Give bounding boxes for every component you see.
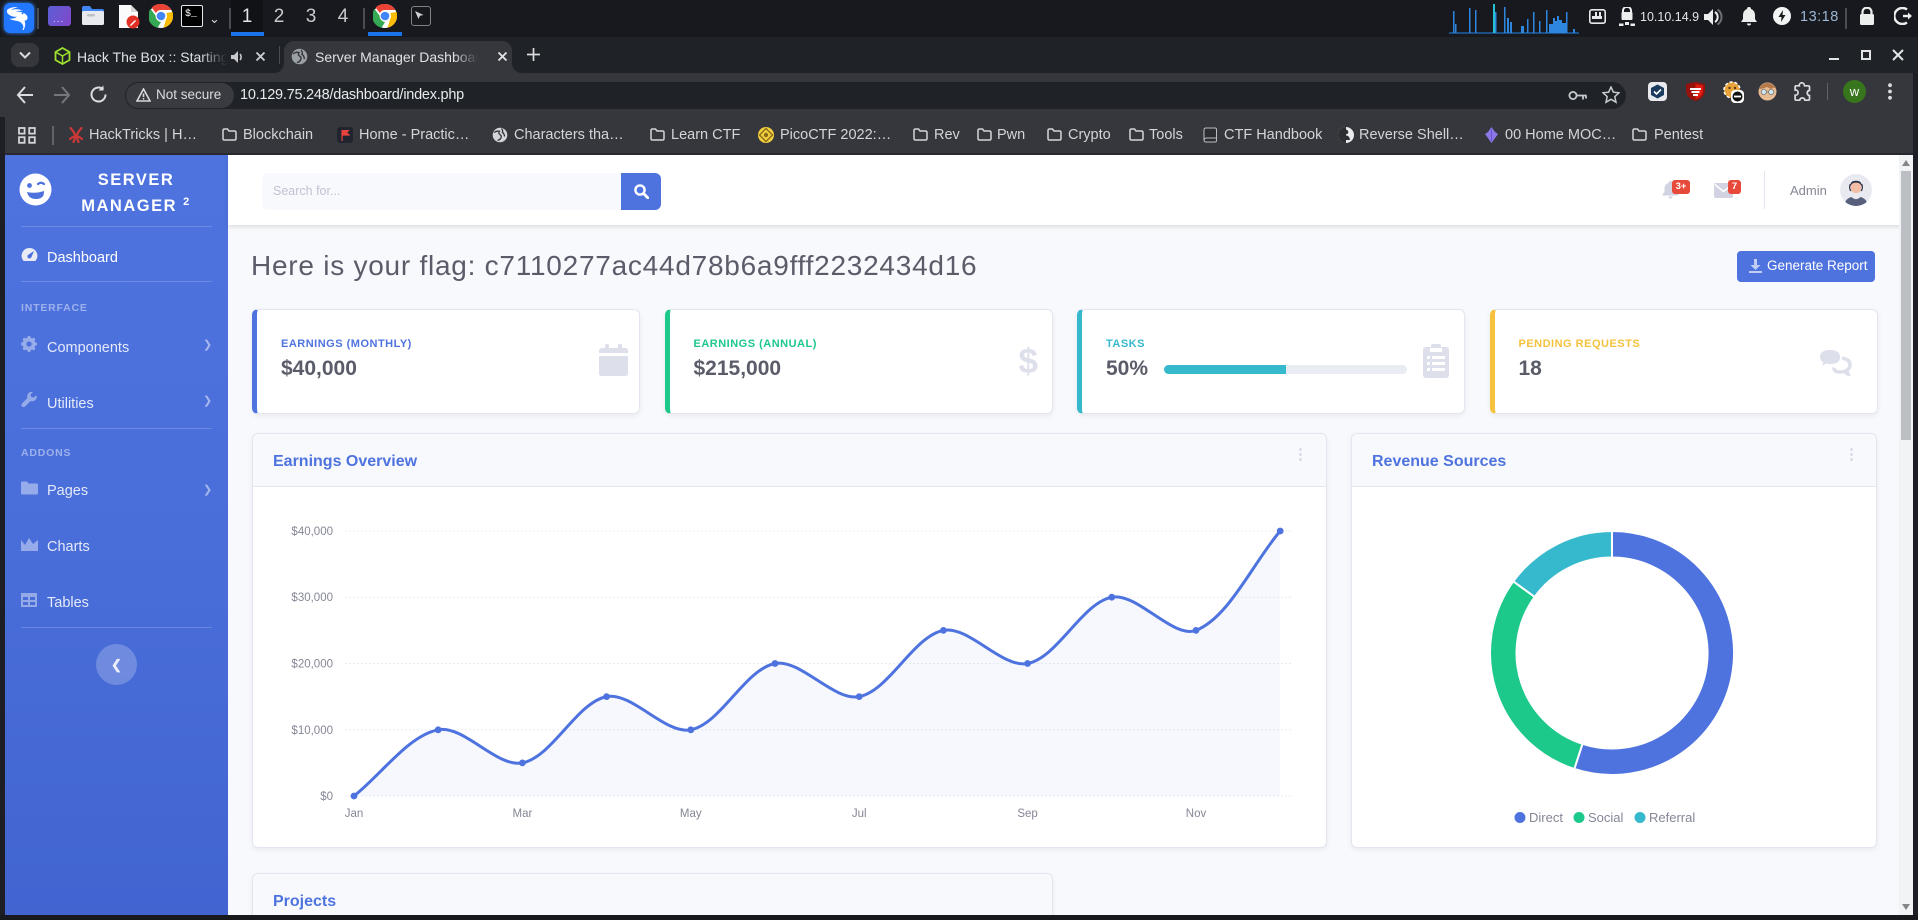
svg-text:May: May xyxy=(680,808,702,820)
svg-text:Jul: Jul xyxy=(852,808,867,820)
svg-text:$20,000: $20,000 xyxy=(291,659,333,671)
svg-text:Direct: Direct xyxy=(1529,810,1563,825)
svg-text:$30,000: $30,000 xyxy=(291,592,333,604)
svg-text:Sep: Sep xyxy=(1017,808,1037,820)
svg-text:Mar: Mar xyxy=(512,808,532,820)
svg-text:Referral: Referral xyxy=(1649,810,1695,825)
svg-text:$10,000: $10,000 xyxy=(291,725,333,737)
svg-text:Nov: Nov xyxy=(1186,808,1207,820)
svg-text:Jan: Jan xyxy=(345,808,364,820)
svg-text:Social: Social xyxy=(1588,810,1624,825)
svg-text:$40,000: $40,000 xyxy=(291,526,333,538)
svg-text:$0: $0 xyxy=(320,791,333,803)
